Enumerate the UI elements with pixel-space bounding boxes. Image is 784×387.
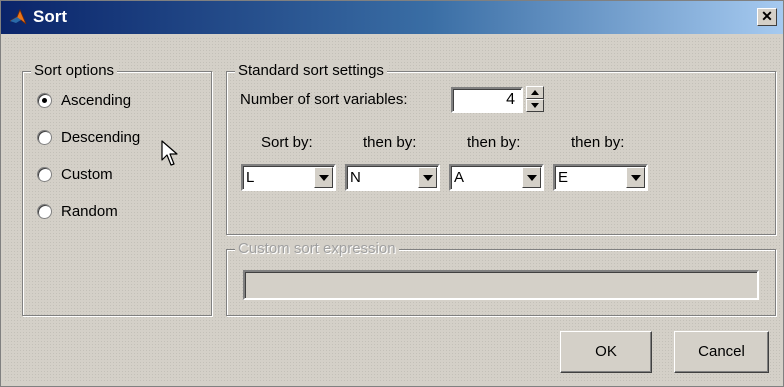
then-by-header-3: then by: [571, 134, 625, 151]
then-by-select-2[interactable]: A [449, 164, 544, 191]
radio-descending[interactable]: Descending [37, 129, 140, 146]
ok-button[interactable]: OK [560, 331, 652, 373]
custom-expression-group: Custom sort expression [226, 240, 776, 316]
sort-by-select[interactable]: L [241, 164, 336, 191]
radio-label: Custom [61, 166, 113, 183]
radio-label: Random [61, 203, 118, 220]
window-title: Sort [33, 7, 67, 26]
chevron-down-icon[interactable] [522, 167, 541, 188]
radio-button[interactable] [37, 167, 52, 182]
close-button[interactable]: ✕ [757, 8, 777, 26]
num-variables-label: Number of sort variables: [240, 91, 408, 108]
radio-button[interactable] [37, 130, 52, 145]
select-value: N [350, 169, 361, 186]
sort-options-legend: Sort options [31, 62, 118, 79]
radio-ascending[interactable]: Ascending [37, 92, 131, 109]
radio-random[interactable]: Random [37, 203, 118, 220]
standard-sort-legend: Standard sort settings [235, 62, 387, 79]
then-by-header-1: then by: [363, 134, 417, 151]
select-value: A [454, 169, 465, 186]
radio-custom[interactable]: Custom [37, 166, 113, 183]
custom-expression-legend: Custom sort expression [235, 240, 399, 257]
close-icon: ✕ [761, 8, 773, 24]
then-by-select-1[interactable]: N [345, 164, 440, 191]
custom-expression-input[interactable] [243, 270, 759, 300]
dialog-body: Sort options Ascending Descending Custom… [4, 37, 780, 383]
sort-by-header: Sort by: [261, 134, 313, 151]
standard-sort-group: Standard sort settings Number of sort va… [226, 62, 776, 235]
cancel-button[interactable]: Cancel [674, 331, 769, 373]
num-variables-input[interactable]: 4 [451, 87, 523, 113]
radio-selected-dot [42, 98, 47, 103]
sort-options-group: Sort options Ascending Descending Custom… [22, 62, 212, 316]
spin-up-button[interactable] [526, 86, 544, 99]
spin-down-button[interactable] [526, 99, 544, 112]
chevron-down-icon[interactable] [314, 167, 333, 188]
select-value: L [246, 169, 255, 186]
chevron-down-icon[interactable] [626, 167, 645, 188]
title-bar[interactable]: Sort ✕ [1, 1, 783, 34]
select-value: E [558, 169, 569, 186]
radio-label: Ascending [61, 92, 132, 109]
mouse-cursor-icon [161, 140, 178, 166]
chevron-down-icon[interactable] [418, 167, 437, 188]
radio-label: Descending [61, 129, 141, 146]
then-by-header-2: then by: [467, 134, 521, 151]
sort-dialog: Sort ✕ Sort options Ascending Descending… [0, 0, 784, 387]
matlab-logo-icon [9, 8, 27, 25]
then-by-select-3[interactable]: E [553, 164, 648, 191]
radio-button[interactable] [37, 204, 52, 219]
radio-button[interactable] [37, 93, 52, 108]
